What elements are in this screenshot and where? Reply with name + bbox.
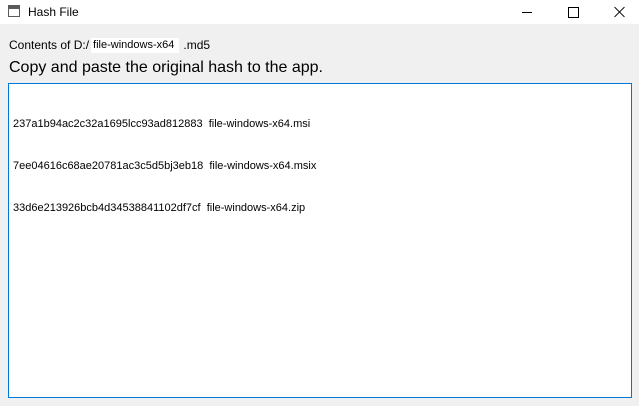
file-path-label: Contents of D:/ file-windows-x64 .md5 [9, 37, 210, 53]
maximize-button[interactable] [550, 0, 596, 24]
hash-line: 237a1b94ac2c32a1695lcc93ad812883 file-wi… [13, 118, 311, 130]
minimize-button[interactable] [504, 0, 550, 24]
close-icon [613, 6, 625, 18]
filename-field[interactable]: file-windows-x64 [91, 37, 180, 53]
close-button[interactable] [596, 0, 639, 24]
path-prefix: Contents of D:/ [9, 38, 90, 52]
title-bar[interactable]: Hash File [0, 0, 639, 24]
hash-text-area[interactable]: 237a1b94ac2c32a1695lcc93ad812883 file-wi… [8, 83, 632, 398]
window-app-icon [8, 5, 20, 17]
window-title: Hash File [28, 5, 79, 19]
hash-line: 33d6e213926bcb4d34538841102df7cf file-wi… [13, 202, 306, 214]
path-extension: .md5 [183, 38, 211, 52]
instruction-text: Copy and paste the original hash to the … [9, 59, 323, 76]
minimize-icon [522, 11, 532, 13]
maximize-icon [567, 6, 579, 18]
hash-line: 7ee04616c68ae20781ac3c5d5bj3eb18 file-wi… [13, 160, 317, 172]
